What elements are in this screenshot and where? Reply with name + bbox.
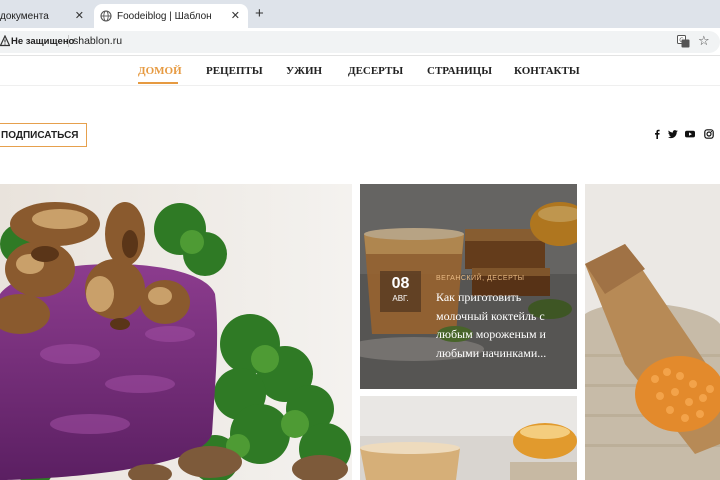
active-underline (138, 82, 178, 84)
divider (68, 35, 69, 47)
browser-tab-bar: документа ✕ Foodeiblog | Шаблон ✕ + (0, 0, 720, 28)
post-title[interactable]: Как приготовить молочный коктейль с любы… (436, 288, 571, 362)
post-card-image[interactable] (585, 184, 720, 480)
nav-item-dinner[interactable]: УЖИН (286, 65, 322, 77)
url-text[interactable]: shablon.ru (73, 35, 122, 47)
tab-inactive[interactable]: документа ✕ (0, 4, 92, 28)
tab-active[interactable]: Foodeiblog | Шаблон ✕ (94, 4, 248, 28)
site-nav: ДОМОЙ РЕЦЕПТЫ УЖИН ДЕСЕРТЫ СТРАНИЦЫ КОНТ… (0, 56, 720, 86)
close-icon[interactable]: ✕ (75, 9, 84, 22)
post-date-badge: 08 АВГ. (380, 271, 421, 312)
translate-icon[interactable]: G (677, 35, 690, 48)
svg-text:G: G (679, 37, 684, 44)
lock-icon[interactable] (0, 35, 10, 47)
star-icon[interactable]: ☆ (698, 33, 710, 49)
security-label[interactable]: Не защищено (11, 36, 74, 47)
post-categories[interactable]: ВЕГАНСКИЙ, ДЕСЕРТЫ (436, 275, 524, 282)
post-date-day: 08 (391, 275, 410, 292)
post-date-month: АВГ. (392, 294, 409, 303)
hero-image[interactable] (0, 184, 352, 480)
plus-icon[interactable]: + (255, 5, 264, 22)
tab-title: Foodeiblog | Шаблон (117, 10, 212, 22)
nav-item-contacts[interactable]: КОНТАКТЫ (514, 65, 580, 77)
nav-item-recipes[interactable]: РЕЦЕПТЫ (206, 65, 263, 77)
nav-item-pages[interactable]: СТРАНИЦЫ (427, 65, 492, 77)
facebook-icon[interactable] (652, 129, 662, 139)
nav-item-desserts[interactable]: ДЕСЕРТЫ (348, 65, 403, 77)
tab-title: документа (0, 10, 49, 22)
nav-item-home[interactable]: ДОМОЙ (138, 65, 182, 77)
twitter-icon[interactable] (668, 129, 678, 139)
subscribe-button[interactable]: ПОДПИСАТЬСЯ (0, 123, 87, 147)
globe-icon (100, 10, 112, 22)
close-icon[interactable]: ✕ (231, 9, 240, 22)
post-card-image[interactable] (360, 396, 577, 480)
youtube-icon[interactable] (685, 129, 695, 139)
instagram-icon[interactable] (704, 129, 714, 139)
